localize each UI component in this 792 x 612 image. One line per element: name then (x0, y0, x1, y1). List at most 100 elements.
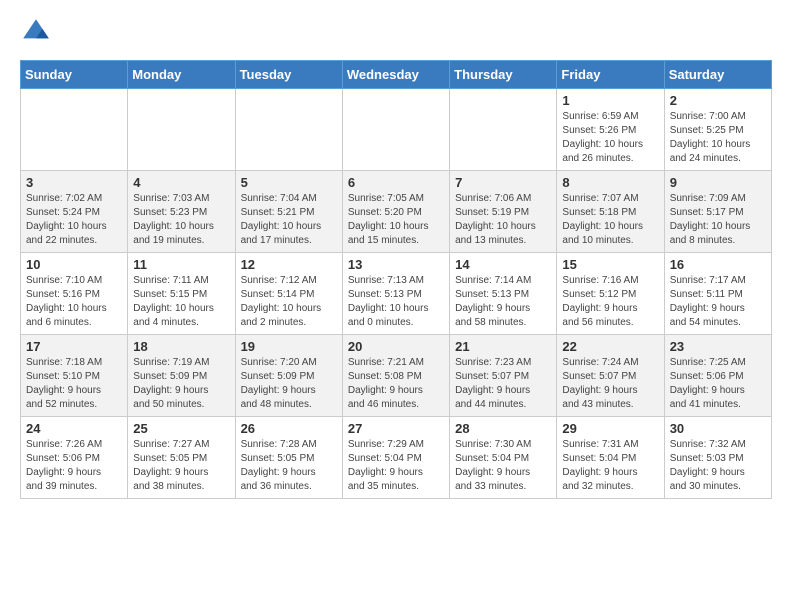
day-cell (342, 89, 449, 171)
day-info: Sunset: 5:06 PM (26, 452, 122, 466)
day-info: Sunrise: 7:14 AM (455, 274, 551, 288)
day-info: Sunset: 5:10 PM (26, 370, 122, 384)
day-number: 27 (348, 421, 444, 436)
day-info: Daylight: 9 hours (670, 302, 766, 316)
day-cell: 3Sunrise: 7:02 AMSunset: 5:24 PMDaylight… (21, 171, 128, 253)
day-cell: 8Sunrise: 7:07 AMSunset: 5:18 PMDaylight… (557, 171, 664, 253)
day-info: Daylight: 9 hours (455, 466, 551, 480)
day-cell: 24Sunrise: 7:26 AMSunset: 5:06 PMDayligh… (21, 417, 128, 499)
day-info: and 30 minutes. (670, 480, 766, 494)
day-info: Sunset: 5:07 PM (562, 370, 658, 384)
day-info: Daylight: 9 hours (241, 384, 337, 398)
day-number: 5 (241, 175, 337, 190)
day-info: Sunrise: 7:09 AM (670, 192, 766, 206)
day-cell: 29Sunrise: 7:31 AMSunset: 5:04 PMDayligh… (557, 417, 664, 499)
day-info: Daylight: 9 hours (670, 384, 766, 398)
day-number: 21 (455, 339, 551, 354)
day-info: Sunset: 5:15 PM (133, 288, 229, 302)
day-info: and 13 minutes. (455, 234, 551, 248)
day-info: and 32 minutes. (562, 480, 658, 494)
day-info: and 8 minutes. (670, 234, 766, 248)
day-info: Sunset: 5:09 PM (133, 370, 229, 384)
day-number: 26 (241, 421, 337, 436)
day-info: Daylight: 10 hours (133, 302, 229, 316)
day-cell: 26Sunrise: 7:28 AMSunset: 5:05 PMDayligh… (235, 417, 342, 499)
day-info: Sunset: 5:23 PM (133, 206, 229, 220)
day-number: 7 (455, 175, 551, 190)
day-info: Daylight: 10 hours (562, 220, 658, 234)
calendar-header: SundayMondayTuesdayWednesdayThursdayFrid… (21, 61, 772, 89)
day-cell: 9Sunrise: 7:09 AMSunset: 5:17 PMDaylight… (664, 171, 771, 253)
day-cell (450, 89, 557, 171)
day-number: 2 (670, 93, 766, 108)
header-cell-friday: Friday (557, 61, 664, 89)
day-info: Daylight: 10 hours (348, 302, 444, 316)
day-info: Sunrise: 7:25 AM (670, 356, 766, 370)
day-number: 6 (348, 175, 444, 190)
day-cell: 19Sunrise: 7:20 AMSunset: 5:09 PMDayligh… (235, 335, 342, 417)
day-info: Sunset: 5:24 PM (26, 206, 122, 220)
day-info: Sunrise: 7:23 AM (455, 356, 551, 370)
day-info: Sunrise: 7:28 AM (241, 438, 337, 452)
day-info: Sunrise: 7:17 AM (670, 274, 766, 288)
day-cell (235, 89, 342, 171)
day-info: and 39 minutes. (26, 480, 122, 494)
page-header (20, 16, 772, 48)
day-info: and 48 minutes. (241, 398, 337, 412)
week-row-3: 10Sunrise: 7:10 AMSunset: 5:16 PMDayligh… (21, 253, 772, 335)
day-cell: 6Sunrise: 7:05 AMSunset: 5:20 PMDaylight… (342, 171, 449, 253)
day-number: 10 (26, 257, 122, 272)
day-info: Sunrise: 7:29 AM (348, 438, 444, 452)
day-cell: 2Sunrise: 7:00 AMSunset: 5:25 PMDaylight… (664, 89, 771, 171)
day-info: Sunset: 5:11 PM (670, 288, 766, 302)
day-cell: 10Sunrise: 7:10 AMSunset: 5:16 PMDayligh… (21, 253, 128, 335)
day-info: Sunrise: 7:04 AM (241, 192, 337, 206)
header-cell-sunday: Sunday (21, 61, 128, 89)
day-info: Daylight: 9 hours (348, 466, 444, 480)
day-cell: 14Sunrise: 7:14 AMSunset: 5:13 PMDayligh… (450, 253, 557, 335)
day-number: 25 (133, 421, 229, 436)
day-cell (21, 89, 128, 171)
day-number: 15 (562, 257, 658, 272)
day-info: Sunrise: 7:00 AM (670, 110, 766, 124)
header-cell-saturday: Saturday (664, 61, 771, 89)
day-info: Sunset: 5:09 PM (241, 370, 337, 384)
day-info: Daylight: 9 hours (133, 466, 229, 480)
day-number: 3 (26, 175, 122, 190)
day-cell: 27Sunrise: 7:29 AMSunset: 5:04 PMDayligh… (342, 417, 449, 499)
day-number: 28 (455, 421, 551, 436)
day-cell: 20Sunrise: 7:21 AMSunset: 5:08 PMDayligh… (342, 335, 449, 417)
day-cell: 11Sunrise: 7:11 AMSunset: 5:15 PMDayligh… (128, 253, 235, 335)
day-cell: 7Sunrise: 7:06 AMSunset: 5:19 PMDaylight… (450, 171, 557, 253)
day-info: Sunrise: 7:16 AM (562, 274, 658, 288)
day-info: Sunset: 5:06 PM (670, 370, 766, 384)
day-cell: 21Sunrise: 7:23 AMSunset: 5:07 PMDayligh… (450, 335, 557, 417)
day-info: and 46 minutes. (348, 398, 444, 412)
day-info: Daylight: 9 hours (26, 384, 122, 398)
day-number: 13 (348, 257, 444, 272)
day-info: and 2 minutes. (241, 316, 337, 330)
header-cell-thursday: Thursday (450, 61, 557, 89)
day-info: Sunset: 5:05 PM (241, 452, 337, 466)
day-info: and 33 minutes. (455, 480, 551, 494)
day-info: Sunrise: 7:13 AM (348, 274, 444, 288)
day-cell: 1Sunrise: 6:59 AMSunset: 5:26 PMDaylight… (557, 89, 664, 171)
day-number: 16 (670, 257, 766, 272)
day-number: 30 (670, 421, 766, 436)
day-info: Sunrise: 7:11 AM (133, 274, 229, 288)
week-row-2: 3Sunrise: 7:02 AMSunset: 5:24 PMDaylight… (21, 171, 772, 253)
day-info: and 4 minutes. (133, 316, 229, 330)
day-info: Sunrise: 7:20 AM (241, 356, 337, 370)
day-info: Daylight: 10 hours (455, 220, 551, 234)
day-info: Sunset: 5:03 PM (670, 452, 766, 466)
header-cell-wednesday: Wednesday (342, 61, 449, 89)
day-info: Sunset: 5:07 PM (455, 370, 551, 384)
day-info: Sunrise: 7:06 AM (455, 192, 551, 206)
day-number: 22 (562, 339, 658, 354)
day-cell: 25Sunrise: 7:27 AMSunset: 5:05 PMDayligh… (128, 417, 235, 499)
day-number: 23 (670, 339, 766, 354)
day-info: and 24 minutes. (670, 152, 766, 166)
day-cell: 5Sunrise: 7:04 AMSunset: 5:21 PMDaylight… (235, 171, 342, 253)
day-cell: 17Sunrise: 7:18 AMSunset: 5:10 PMDayligh… (21, 335, 128, 417)
day-number: 8 (562, 175, 658, 190)
